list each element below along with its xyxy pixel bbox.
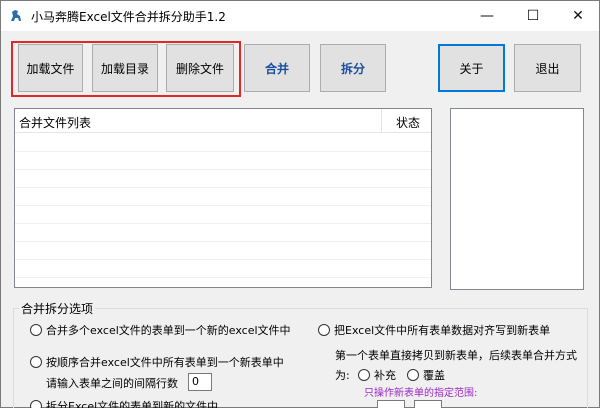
exit-button[interactable]: 退出 — [514, 44, 581, 92]
option-label: 合并多个excel文件的表单到一个新的excel文件中 — [46, 324, 291, 337]
list-row-line — [15, 241, 431, 242]
option-supplement[interactable]: 补充 — [358, 367, 396, 383]
option-split-to-files[interactable]: 拆分Excel文件的表单到新的文件中 — [30, 398, 218, 408]
radio-icon — [407, 369, 419, 381]
list-header: 合并文件列表 状态 — [15, 109, 431, 133]
title-bar: 小马奔腾Excel文件合并拆分助手1.2 — ☐ ✕ — [1, 1, 599, 31]
interval-label: 请输入表单之间的间隔行数 — [46, 377, 178, 390]
option-label: 按顺序合并excel文件中所有表单到一个新表单中 — [46, 356, 284, 369]
maximize-icon: ☐ — [526, 8, 540, 24]
merge-file-list[interactable]: 合并文件列表 状态 — [14, 108, 432, 288]
list-row-line — [15, 205, 431, 206]
minimize-icon: — — [480, 8, 494, 24]
minimize-button[interactable]: — — [465, 1, 509, 31]
radio-icon — [318, 324, 330, 336]
merge-button[interactable]: 合并 — [244, 44, 310, 92]
about-button[interactable]: 关于 — [438, 44, 505, 92]
column-file-name[interactable]: 合并文件列表 — [19, 114, 91, 131]
horse-app-icon — [11, 10, 21, 21]
list-row-line — [15, 187, 431, 188]
option-label: 补充 — [374, 369, 396, 382]
option-overwrite[interactable]: 覆盖 — [407, 367, 445, 383]
split-button[interactable]: 拆分 — [320, 44, 386, 92]
radio-icon — [30, 324, 42, 336]
option-align-to-new-sheet[interactable]: 把Excel文件中所有表单数据对齐写到新表单 — [318, 322, 550, 338]
close-button[interactable]: ✕ — [556, 1, 600, 31]
annotation-highlight-box — [11, 41, 241, 97]
radio-icon — [30, 356, 42, 368]
side-list-box[interactable] — [450, 108, 584, 290]
first-sheet-description: 第一个表单直接拷贝到新表单，后续表单合并方式 — [335, 349, 577, 362]
maximize-button[interactable]: ☐ — [511, 1, 555, 31]
option-label: 覆盖 — [423, 369, 445, 382]
options-group-title: 合并拆分选项 — [19, 300, 96, 317]
close-icon: ✕ — [572, 8, 584, 24]
window-title: 小马奔腾Excel文件合并拆分助手1.2 — [31, 10, 226, 24]
range-hint: 只操作新表单的指定范围: — [364, 388, 478, 399]
column-divider[interactable] — [381, 109, 382, 133]
interval-rows-input[interactable]: 0 — [188, 373, 212, 391]
list-row-line — [15, 223, 431, 224]
column-status[interactable]: 状态 — [396, 114, 420, 131]
option-label: 把Excel文件中所有表单数据对齐写到新表单 — [334, 324, 551, 337]
list-row-line — [15, 169, 431, 170]
list-row-line — [15, 151, 431, 152]
option-merge-to-new-file[interactable]: 合并多个excel文件的表单到一个新的excel文件中 — [30, 322, 291, 338]
radio-icon — [358, 369, 370, 381]
list-row-line — [15, 277, 431, 278]
range-start-input[interactable] — [377, 400, 405, 408]
option-sequential-merge[interactable]: 按顺序合并excel文件中所有表单到一个新表单中 — [30, 354, 284, 370]
option-label: 拆分Excel文件的表单到新的文件中 — [46, 400, 219, 408]
merge-mode-label: 为: — [335, 369, 350, 382]
range-end-input[interactable] — [414, 400, 442, 408]
app-window: 小马奔腾Excel文件合并拆分助手1.2 — ☐ ✕ 加载文件 加载目录 删除文… — [0, 0, 600, 408]
list-row-line — [15, 259, 431, 260]
radio-icon — [30, 400, 42, 408]
